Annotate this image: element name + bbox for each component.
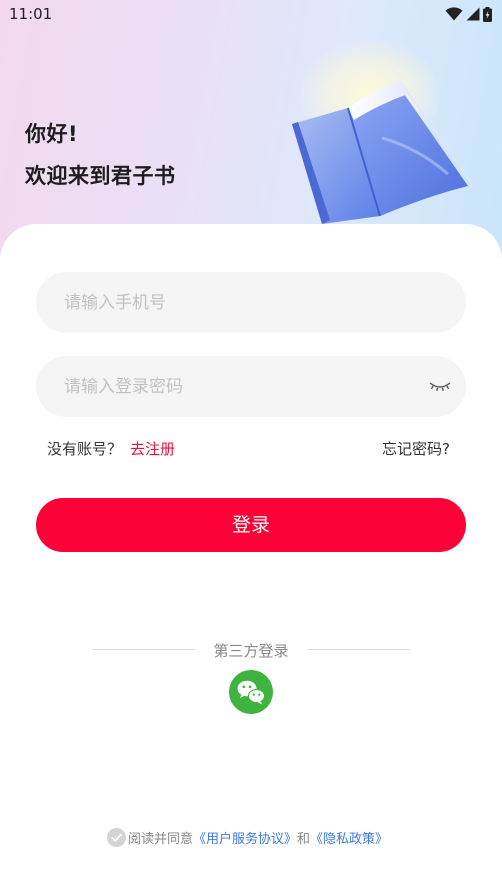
agreement-prefix: 阅读并同意 — [128, 831, 194, 847]
welcome-text: 欢迎来到君子书 — [25, 164, 176, 188]
status-icons — [445, 6, 492, 22]
divider-left — [92, 649, 195, 650]
agreement-row: 阅读并同意 《用户服务协议》 和 《隐私政策》 — [107, 826, 388, 848]
open-book-icon — [292, 80, 472, 224]
eye-closed-icon[interactable] — [428, 378, 452, 394]
login-button[interactable]: 登录 — [36, 498, 466, 552]
phone-input[interactable] — [64, 272, 414, 333]
password-input[interactable] — [64, 356, 414, 417]
greeting-text: 你好! — [25, 122, 79, 146]
signal-icon — [466, 7, 480, 21]
user-agreement-link[interactable]: 《用户服务协议》 — [193, 828, 297, 847]
third-party-login-label: 第三方登录 — [213, 642, 289, 660]
agreement-conjunction: 和 — [297, 831, 311, 847]
phone-field — [36, 272, 466, 333]
forgot-password-link[interactable]: 忘记密码? — [382, 438, 450, 459]
privacy-policy-link[interactable]: 《隐私政策》 — [310, 828, 388, 847]
status-bar: 11:01 — [0, 0, 502, 28]
wifi-icon — [445, 7, 463, 21]
wechat-icon[interactable] — [229, 670, 273, 714]
password-field — [36, 356, 466, 417]
battery-icon — [483, 6, 492, 22]
register-link[interactable]: 去注册 — [130, 438, 175, 459]
status-time: 11:01 — [9, 5, 53, 23]
no-account-text: 没有账号？ — [47, 440, 123, 458]
divider-right — [307, 649, 410, 650]
agreement-checkbox[interactable] — [107, 827, 126, 847]
